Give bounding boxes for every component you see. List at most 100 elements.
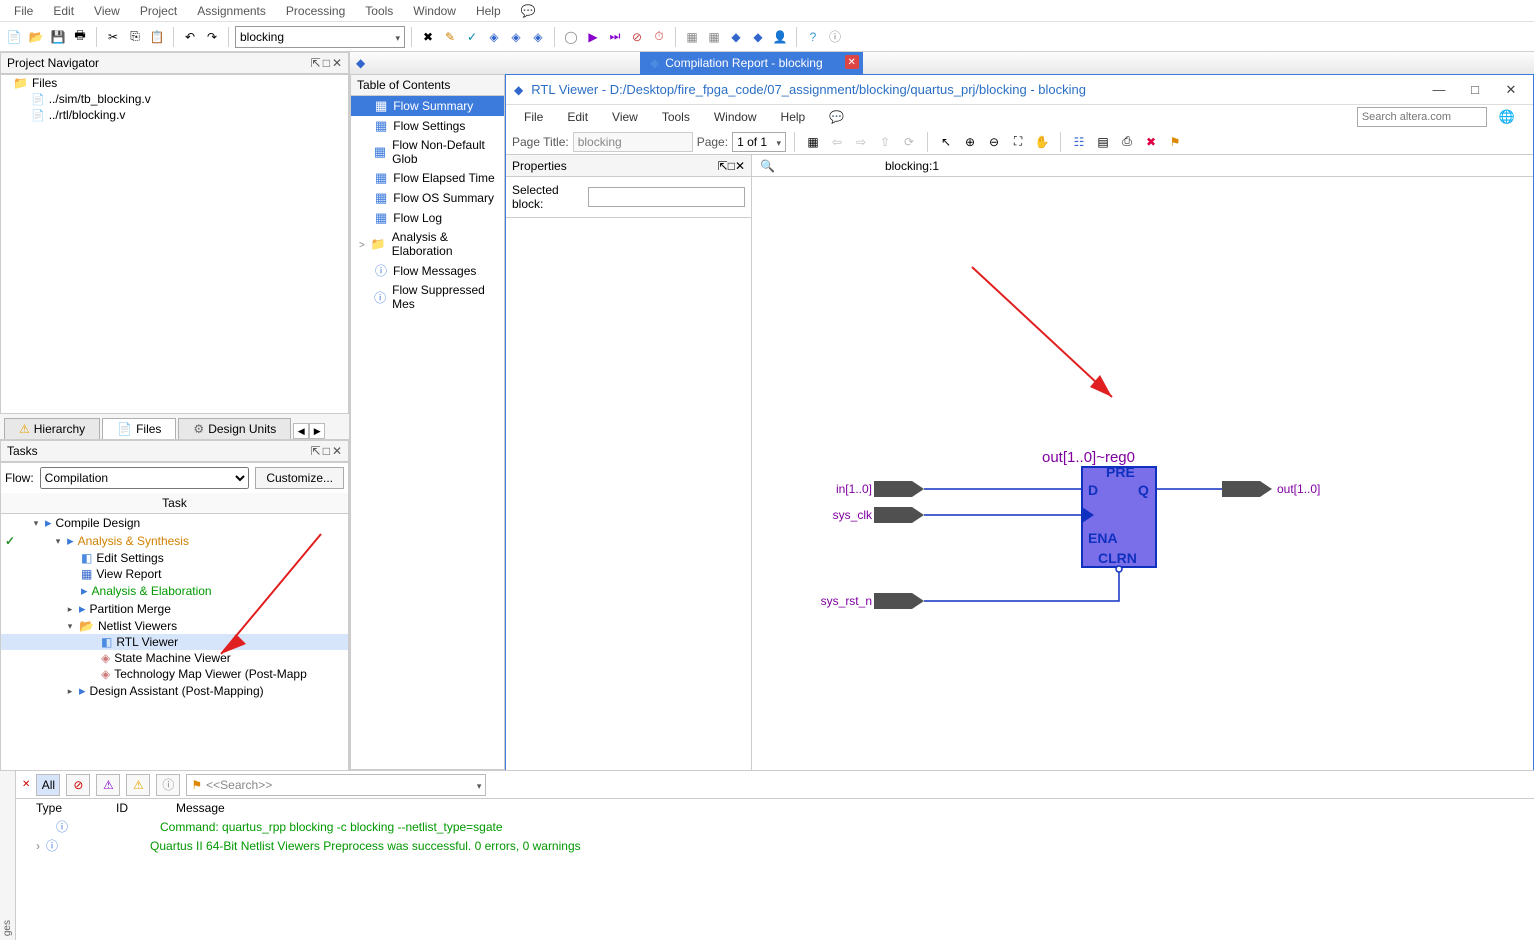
- print-icon[interactable]: 🖶: [70, 27, 90, 47]
- nav-file-1[interactable]: ../rtl/blocking.v: [49, 108, 126, 122]
- project-navigator-tree[interactable]: Files ../sim/tb_blocking.v ../rtl/blocki…: [0, 74, 349, 414]
- page-spinner[interactable]: 1 of 1: [732, 132, 786, 152]
- tool-icon-1[interactable]: ✖: [418, 27, 438, 47]
- menu-file[interactable]: File: [4, 2, 43, 20]
- chip-icon-2[interactable]: ▦: [704, 27, 724, 47]
- tool-icon-2[interactable]: ✎: [440, 27, 460, 47]
- selected-block-input[interactable]: [588, 187, 745, 207]
- play-icon[interactable]: ▶: [583, 27, 603, 47]
- toc-item[interactable]: Flow Messages: [351, 260, 504, 281]
- tool-icon-6[interactable]: ◈: [528, 27, 548, 47]
- info-icon[interactable]: ⓘ: [825, 27, 845, 47]
- layers-icon[interactable]: ▤: [1093, 132, 1113, 152]
- diamond-icon-2[interactable]: ◆: [748, 27, 768, 47]
- tool-icon-5[interactable]: ◈: [506, 27, 526, 47]
- play-fwd-icon[interactable]: ⏭: [605, 27, 625, 47]
- redo-icon[interactable]: ↷: [202, 27, 222, 47]
- toc-item[interactable]: Flow OS Summary: [351, 188, 504, 208]
- tab-scroll-left[interactable]: ◀: [293, 423, 309, 439]
- toc-item[interactable]: Flow Non-Default Glob: [351, 136, 504, 168]
- up-icon[interactable]: ⇧: [875, 132, 895, 152]
- min-icon[interactable]: □: [728, 159, 735, 173]
- menu-view[interactable]: View: [84, 2, 130, 20]
- menu-edit[interactable]: Edit: [43, 2, 84, 20]
- pin-icon[interactable]: ⇱: [311, 56, 321, 70]
- copy-icon[interactable]: ⎘: [125, 27, 145, 47]
- tab-hierarchy[interactable]: Hierarchy: [4, 418, 100, 439]
- stop-icon[interactable]: ◯: [561, 27, 581, 47]
- minimize-button[interactable]: —: [1425, 79, 1453, 101]
- rtl-menu-tools[interactable]: Tools: [650, 108, 702, 126]
- undo-icon[interactable]: ↶: [180, 27, 200, 47]
- tree-icon[interactable]: ☷: [1069, 132, 1089, 152]
- close-icon[interactable]: ✕: [332, 56, 342, 70]
- nav-file-0[interactable]: ../sim/tb_blocking.v: [49, 92, 151, 106]
- marker-icon[interactable]: ⚑: [1165, 132, 1185, 152]
- pointer-icon[interactable]: ↖: [936, 132, 956, 152]
- tab-design-units[interactable]: Design Units: [178, 418, 291, 439]
- back-icon[interactable]: ⇦: [827, 132, 847, 152]
- save-icon[interactable]: 💾: [48, 27, 68, 47]
- rtl-menu-window[interactable]: Window: [702, 108, 769, 126]
- fit-icon[interactable]: ⛶: [1008, 132, 1028, 152]
- nav-tool-icon[interactable]: ▦: [803, 132, 823, 152]
- page-title-field[interactable]: blocking: [573, 132, 693, 152]
- tool-icon[interactable]: ✖: [1141, 132, 1161, 152]
- rtl-menu-view[interactable]: View: [600, 108, 650, 126]
- toc-item[interactable]: Analysis & Elaboration: [351, 228, 504, 260]
- refresh-icon[interactable]: ⟳: [899, 132, 919, 152]
- menu-tools[interactable]: Tools: [355, 2, 403, 20]
- toc-item[interactable]: Flow Settings: [351, 116, 504, 136]
- open-icon[interactable]: 📂: [26, 27, 46, 47]
- toc-item[interactable]: Flow Suppressed Mes: [351, 281, 504, 313]
- globe-icon[interactable]: [1487, 107, 1527, 127]
- export-icon[interactable]: ⎙: [1117, 132, 1137, 152]
- hand-icon[interactable]: ✋: [1032, 132, 1052, 152]
- close-icon[interactable]: ✕: [22, 779, 30, 790]
- toc-item[interactable]: Flow Log: [351, 208, 504, 228]
- project-combo[interactable]: blocking: [235, 26, 405, 48]
- minimize-icon[interactable]: □: [323, 444, 330, 458]
- magnifier-icon[interactable]: [760, 159, 775, 173]
- menu-project[interactable]: Project: [130, 2, 187, 20]
- toc-flow-summary[interactable]: Flow Summary: [351, 96, 504, 116]
- zoom-out-icon[interactable]: ⊖: [984, 132, 1004, 152]
- task-rtl-viewer[interactable]: RTL Viewer: [116, 635, 178, 649]
- rtl-menu-help[interactable]: Help: [769, 108, 818, 126]
- tool-icon-3[interactable]: ✓: [462, 27, 482, 47]
- tab-scroll-right[interactable]: ▶: [309, 423, 325, 439]
- filter-warn-button[interactable]: ⚠: [126, 774, 150, 796]
- rtl-titlebar[interactable]: ◆ RTL Viewer - D:/Desktop/fire_fpga_code…: [506, 75, 1533, 105]
- zoom-in-icon[interactable]: ⊕: [960, 132, 980, 152]
- filter-all-button[interactable]: All: [36, 774, 60, 796]
- timer-icon[interactable]: ⏱: [649, 27, 669, 47]
- minimize-icon[interactable]: □: [323, 56, 330, 70]
- rtl-menu-edit[interactable]: Edit: [555, 108, 600, 126]
- maximize-button[interactable]: □: [1461, 79, 1489, 101]
- message-row[interactable]: › Quartus II 64-Bit Netlist Viewers Prep…: [16, 836, 1534, 855]
- help-bubble-icon[interactable]: 💬: [817, 108, 856, 126]
- menu-assignments[interactable]: Assignments: [187, 2, 276, 20]
- compilation-report-tab[interactable]: Compilation Report - blocking ✕: [640, 52, 863, 74]
- filter-critwarn-button[interactable]: ⚠: [96, 774, 120, 796]
- customize-button[interactable]: Customize...: [255, 467, 344, 489]
- flow-select[interactable]: Compilation: [40, 467, 250, 489]
- paste-icon[interactable]: 📋: [147, 27, 167, 47]
- tool-icon-7[interactable]: 👤: [770, 27, 790, 47]
- help-icon[interactable]: ?: [803, 27, 823, 47]
- menu-processing[interactable]: Processing: [276, 2, 355, 20]
- filter-error-button[interactable]: ⊘: [66, 774, 90, 796]
- rtl-menu-file[interactable]: File: [512, 108, 555, 126]
- new-icon[interactable]: 📄: [4, 27, 24, 47]
- menu-help[interactable]: Help: [466, 2, 511, 20]
- pin-icon[interactable]: ⇱: [311, 444, 321, 458]
- menu-window[interactable]: Window: [403, 2, 466, 20]
- message-row[interactable]: Command: quartus_rpp blocking -c blockin…: [16, 817, 1534, 836]
- messages-search[interactable]: ⚑ <<Search>>: [186, 774, 486, 796]
- filter-info-button[interactable]: ⓘ: [156, 774, 180, 796]
- close-button[interactable]: ✕: [1497, 79, 1525, 101]
- close-icon[interactable]: ✕: [735, 159, 745, 173]
- fwd-icon[interactable]: ⇨: [851, 132, 871, 152]
- diamond-icon-1[interactable]: ◆: [726, 27, 746, 47]
- chip-icon-1[interactable]: ▦: [682, 27, 702, 47]
